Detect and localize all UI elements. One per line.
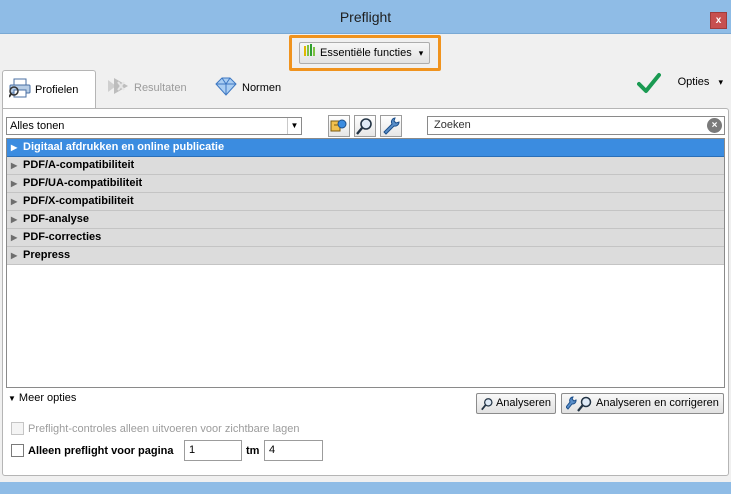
window-title: Preflight [339, 9, 392, 25]
chevron-down-icon: ▾ [418, 48, 424, 58]
options-menu[interactable]: Opties ▾ [678, 76, 723, 88]
clear-search-icon[interactable]: × [707, 118, 722, 133]
edit-profile-icon [330, 119, 347, 132]
tab-resultaten-label: Resultaten [134, 81, 187, 94]
essentials-label: Essentiële functies [320, 47, 412, 59]
collapse-arrow-icon: ▼ [8, 394, 16, 403]
essentials-button[interactable]: Essentiële functies ▾ [299, 42, 430, 64]
page-to-field[interactable]: 4 [264, 440, 323, 461]
tab-profielen-label: Profielen [35, 83, 79, 96]
expand-arrow-icon[interactable]: ▶ [11, 229, 23, 246]
check-icon [637, 72, 661, 97]
profile-list: ▶ Digitaal afdrukken en online publicatie… [6, 138, 725, 388]
fixup-icon-button[interactable] [380, 115, 402, 137]
list-item[interactable]: ▶ Prepress [7, 247, 724, 265]
tab-bar: Profielen Resultaten Normen [0, 68, 731, 108]
expand-arrow-icon[interactable]: ▶ [11, 157, 23, 174]
expand-arrow-icon[interactable]: ▶ [11, 211, 23, 228]
tab-normen-label: Normen [242, 81, 282, 94]
search-input[interactable]: Zoeken × [427, 116, 725, 135]
visible-layers-option[interactable]: Preflight-controles alleen uitvoeren voo… [11, 422, 300, 435]
edit-profile-icon-button[interactable] [328, 115, 350, 137]
list-item[interactable]: ▶ Digitaal afdrukken en online publicatie [7, 139, 724, 157]
visible-layers-checkbox[interactable] [11, 422, 24, 435]
chevron-down-icon: ▼ [287, 118, 301, 134]
analyze-and-fix-button[interactable]: Analyseren en corrigeren [561, 393, 724, 414]
tab-resultaten[interactable]: Resultaten [106, 68, 187, 107]
wrench-magnifier-icon [566, 395, 592, 412]
inspect-icon-button[interactable] [354, 115, 376, 137]
expand-arrow-icon[interactable]: ▶ [11, 139, 23, 156]
page-range-label: Alleen preflight voor pagina [28, 444, 174, 457]
more-options-toggle[interactable]: ▼ Meer opties [8, 392, 76, 404]
printer-icon [8, 78, 31, 101]
page-from-field[interactable]: 1 [184, 440, 242, 461]
diamond-icon [214, 76, 238, 99]
tab-normen[interactable]: Normen [214, 68, 281, 107]
bar-chart-icon [304, 43, 316, 63]
list-item[interactable]: ▶ PDF/UA-compatibiliteit [7, 175, 724, 193]
more-options-label: Meer opties [18, 392, 77, 404]
expand-arrow-icon[interactable]: ▶ [11, 193, 23, 210]
list-item[interactable]: ▶ PDF/A-compatibiliteit [7, 157, 724, 175]
analyze-button[interactable]: Analyseren [476, 393, 556, 414]
results-icon [106, 76, 130, 99]
expand-arrow-icon[interactable]: ▶ [11, 247, 23, 264]
close-button[interactable]: x [710, 12, 727, 29]
essentials-highlight-frame: Essentiële functies ▾ [289, 35, 441, 71]
expand-arrow-icon[interactable]: ▶ [11, 175, 23, 192]
analyze-label: Analyseren [495, 397, 551, 409]
list-item[interactable]: ▶ PDF-analyse [7, 211, 724, 229]
filter-selected-value: Alles tonen [10, 120, 65, 132]
search-placeholder: Zoeken [434, 119, 471, 131]
list-item[interactable]: ▶ PDF/X-compatibiliteit [7, 193, 724, 211]
magnifier-icon [481, 397, 493, 410]
visible-layers-label: Preflight-controles alleen uitvoeren voo… [28, 422, 300, 435]
page-range-option[interactable]: Alleen preflight voor pagina [11, 444, 173, 457]
options-label: Opties [677, 76, 710, 88]
chevron-down-icon: ▾ [718, 77, 723, 87]
list-item[interactable]: ▶ PDF-correcties [7, 229, 724, 247]
analyze-and-fix-label: Analyseren en corrigeren [596, 397, 719, 409]
magnifier-icon [356, 118, 372, 135]
window-bottom-border [0, 482, 731, 494]
filter-select[interactable]: Alles tonen ▼ [6, 117, 302, 135]
wrench-icon [383, 117, 400, 135]
page-to-label: tm [246, 445, 260, 457]
page-range-checkbox[interactable] [11, 444, 24, 457]
title-bar: Preflight x [0, 0, 731, 34]
tab-profielen[interactable]: Profielen [2, 70, 96, 108]
